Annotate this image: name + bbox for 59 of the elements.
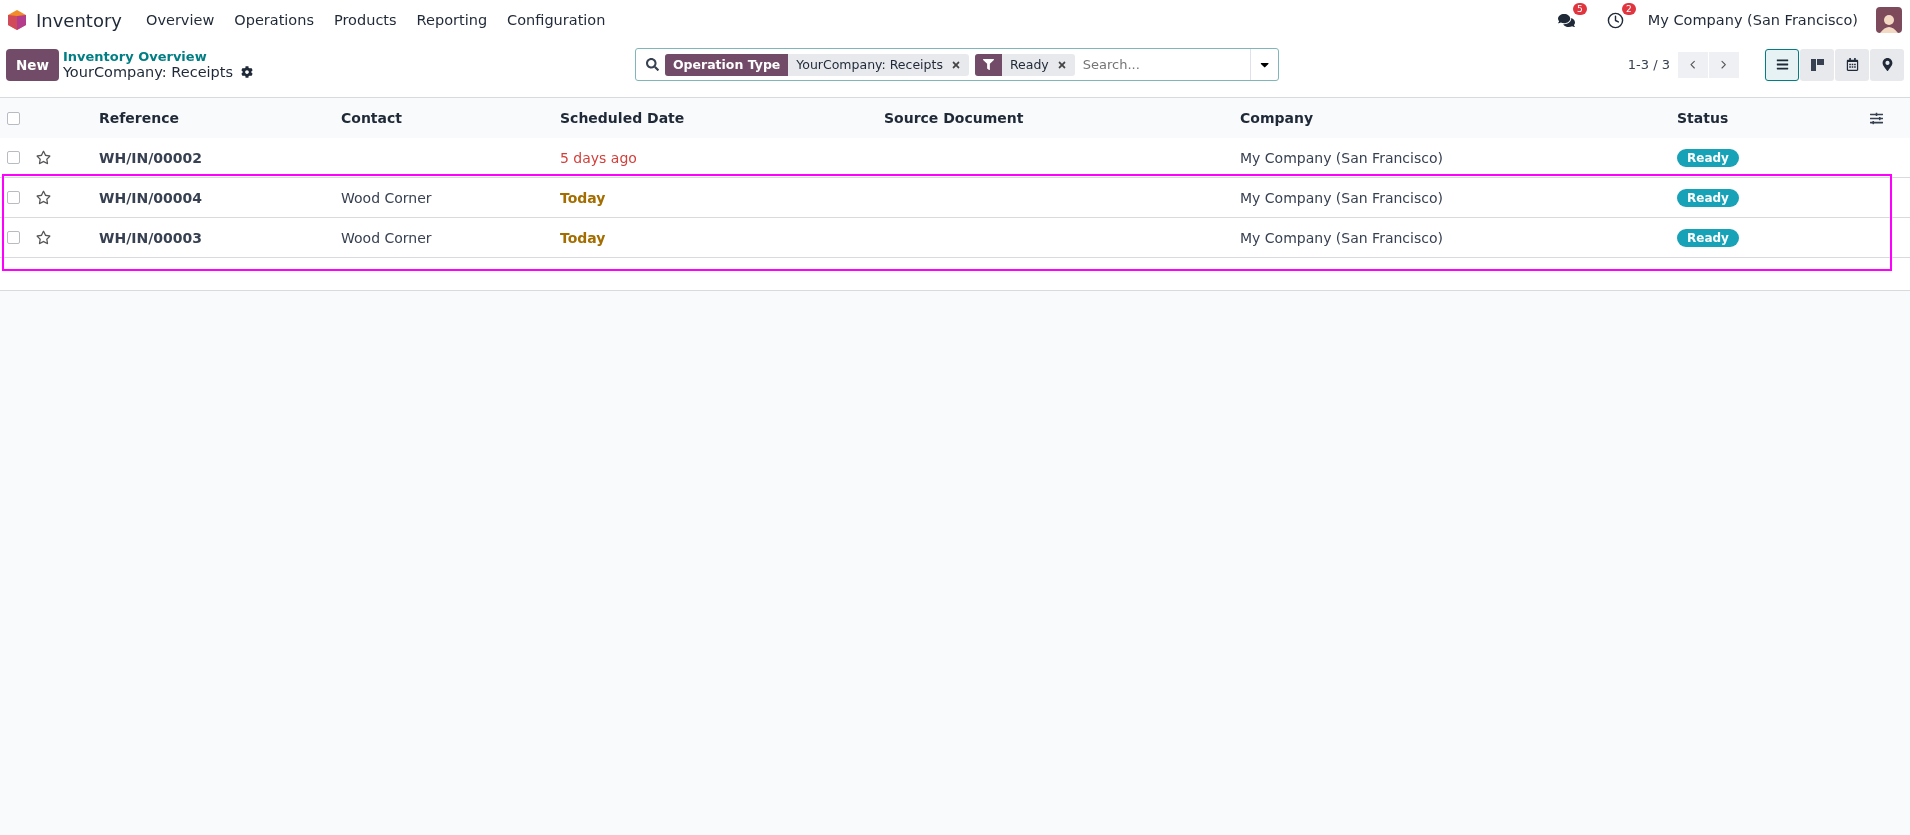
map-pin-icon bbox=[1880, 58, 1894, 71]
column-header[interactable]: Company bbox=[1240, 110, 1677, 126]
company-switcher[interactable]: My Company (San Francisco) bbox=[1647, 12, 1858, 28]
count-badge: 5 bbox=[1573, 2, 1587, 15]
column-header[interactable]: Scheduled Date bbox=[560, 110, 884, 126]
page-title: YourCompany: Receipts bbox=[62, 64, 234, 80]
row-checkbox[interactable] bbox=[7, 231, 20, 244]
close-icon bbox=[950, 59, 961, 70]
facet-value: Ready bbox=[1008, 56, 1050, 74]
messages-icon[interactable] bbox=[1557, 11, 1575, 29]
list-view-icon bbox=[1775, 58, 1789, 71]
view-switch-button[interactable] bbox=[1870, 48, 1904, 81]
menu-item[interactable]: Products bbox=[326, 12, 405, 28]
app-name[interactable]: Inventory bbox=[36, 9, 122, 31]
select-all-checkbox[interactable] bbox=[7, 111, 20, 125]
menu-item[interactable]: Overview bbox=[138, 12, 223, 28]
view-switch-button[interactable] bbox=[1800, 48, 1834, 81]
column-settings-icon[interactable] bbox=[1870, 111, 1883, 125]
company-cell-text: My Company (San Francisco) bbox=[1240, 229, 1444, 246]
clock-icon[interactable] bbox=[1606, 11, 1624, 29]
filter-icon bbox=[982, 59, 994, 70]
search-bar[interactable]: Operation Type YourCompany: Receipts Ready Search... bbox=[634, 48, 1279, 81]
column-header[interactable]: Status bbox=[1677, 110, 1870, 126]
app-logo-icon[interactable] bbox=[8, 10, 26, 30]
menu-item[interactable]: Operations bbox=[226, 12, 322, 28]
company-cell-text: My Company (San Francisco) bbox=[1240, 149, 1444, 166]
kanban-view-icon bbox=[1810, 58, 1824, 71]
column-header[interactable]: Source Document bbox=[884, 110, 1240, 126]
breadcrumb-link[interactable]: Inventory Overview bbox=[62, 49, 635, 64]
reference-cell-text: WH/IN/00004 bbox=[99, 189, 204, 206]
settings-icon[interactable] bbox=[241, 66, 254, 78]
contact-cell-text: Wood Corner bbox=[341, 229, 433, 246]
date-cell-text: Today bbox=[560, 229, 607, 246]
menu-item[interactable]: Reporting bbox=[408, 12, 496, 28]
search-icon bbox=[645, 58, 659, 71]
date-cell-text: 5 days ago bbox=[560, 149, 638, 166]
close-icon bbox=[1056, 59, 1067, 70]
contact-cell-text: Wood Corner bbox=[341, 189, 433, 206]
view-switch-button[interactable] bbox=[1835, 48, 1869, 81]
company-cell-text: My Company (San Francisco) bbox=[1240, 189, 1444, 206]
status-tag: Ready bbox=[1677, 148, 1739, 167]
menu-item[interactable]: Configuration bbox=[499, 12, 614, 28]
view-switch-button[interactable] bbox=[1765, 48, 1799, 81]
reference-cell-text: WH/IN/00002 bbox=[99, 149, 204, 166]
column-header[interactable]: Reference bbox=[99, 110, 341, 126]
avatar-icon[interactable] bbox=[1876, 7, 1902, 33]
reference-cell-text: WH/IN/00003 bbox=[99, 229, 204, 246]
count-badge: 2 bbox=[1622, 2, 1636, 15]
column-header[interactable]: Contact bbox=[341, 110, 560, 126]
pager-value[interactable]: 1-3 / 3 bbox=[1627, 57, 1670, 72]
status-tag: Ready bbox=[1677, 188, 1739, 207]
new-button[interactable]: New bbox=[6, 48, 59, 81]
facet-label: Operation Type bbox=[664, 53, 789, 76]
row-checkbox[interactable] bbox=[7, 191, 20, 204]
facet-value: YourCompany: Receipts bbox=[795, 56, 944, 74]
row-checkbox[interactable] bbox=[7, 151, 20, 164]
date-cell-text: Today bbox=[560, 189, 607, 206]
status-tag: Ready bbox=[1677, 228, 1739, 247]
calendar-view-icon bbox=[1845, 58, 1859, 71]
